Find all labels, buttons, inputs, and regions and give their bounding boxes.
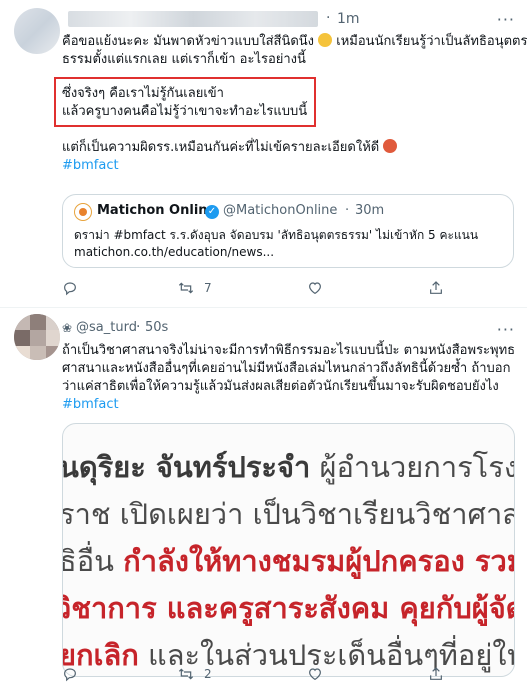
tweet-actions: 7	[62, 280, 502, 300]
more-options-icon[interactable]: ···	[497, 320, 515, 339]
reply-icon	[64, 668, 76, 682]
share-button[interactable]	[428, 666, 454, 682]
tweet[interactable]: ❀ @sa_turd · 50s ··· ถ้าเป็นวิชาศาสนาจริ…	[0, 308, 527, 691]
quoted-tweet-url[interactable]: matichon.co.th/education/news...	[74, 245, 274, 259]
tweet-text-line: คือขอแย้งนะคะ มันพาดหัวข่าวแบบใส่สีนิดนึ…	[62, 33, 527, 49]
tweet-text-line: แต่ก็เป็นความผิดรร.เหมือนกันค่ะที่ไม่เข้…	[62, 139, 398, 157]
heart-icon	[309, 668, 321, 681]
image-text-line: นดุริยะ จันทร์ประจำ ผู้อำนวยการโรงเรี	[62, 450, 514, 484]
tweet[interactable]: · 1m ··· คือขอแย้งนะคะ มันพาดหัวข่าวแบบใ…	[0, 0, 527, 308]
hashtag-link[interactable]: #bmfact	[62, 157, 119, 175]
tweet-time[interactable]: 1m	[337, 11, 360, 27]
redacted-author-name	[68, 11, 318, 27]
more-options-icon[interactable]: ···	[497, 10, 515, 29]
highlighted-text-line: แล้วครูบางคนคือไม่รู้ว่าเขาจะทำอะไรแบบนี…	[62, 104, 308, 119]
attached-image[interactable]: นดุริยะ จันทร์ประจำ ผู้อำนวยการโรงเรี รา…	[62, 423, 515, 677]
tweet-text-line: ว่าแค่สาธิตเพื่อให้ความรู้แล้วมันส่งผลเส…	[62, 379, 499, 394]
quoted-tweet-text: ดราม่า #bmfact ร.ร.ดังอุบล จัดอบรม 'ลัทธ…	[74, 228, 479, 242]
like-button[interactable]	[307, 280, 333, 296]
reply-icon	[64, 282, 76, 296]
quoted-tweet-time: 30m	[355, 203, 385, 218]
separator-dot: ·	[345, 203, 350, 218]
avatar[interactable]	[14, 314, 60, 360]
share-icon	[430, 667, 442, 680]
tweet-text-line: ธรรมตั้งแต่แรกเลย แต่เราก็เข้า อะไรอย่าง…	[62, 52, 306, 67]
flower-icon: ❀	[62, 321, 73, 335]
retweet-button[interactable]: 2	[178, 666, 212, 682]
like-button[interactable]	[307, 666, 333, 682]
avatar[interactable]	[14, 8, 60, 54]
heart-icon	[309, 282, 321, 295]
reply-button[interactable]	[62, 280, 88, 296]
share-icon	[430, 281, 442, 294]
separator-dot: ·	[326, 10, 331, 26]
verified-badge-icon: ✓	[205, 205, 219, 219]
image-text-line: ธิอื่น กำลังให้ทางชมรมผู้ปกครอง รวม	[62, 544, 515, 578]
tweet-text-line: ศาสนาและหนังสืออื่นๆที่เคยอ่านไม่มีหนังส…	[62, 361, 511, 376]
quoted-author-handle: @MatichonOnline	[223, 203, 338, 218]
image-text-line: วิชาการ และครูสาระสังคม คุยกับผู้จัด	[62, 591, 515, 625]
angry-face-emoji-icon	[383, 139, 398, 153]
separator-dot: ·	[136, 319, 141, 335]
hashtag-link[interactable]: #bmfact	[62, 396, 119, 414]
retweet-icon	[178, 282, 194, 294]
tweet-time[interactable]: 50s	[145, 320, 168, 335]
matichon-logo-icon	[74, 203, 92, 221]
retweet-icon	[178, 668, 194, 680]
retweet-button[interactable]: 7	[178, 280, 212, 296]
reply-button[interactable]	[62, 666, 88, 682]
image-text-line: ราช เปิดเผยว่า เป็นวิชาเรียนวิชาศาสน	[62, 497, 515, 531]
share-button[interactable]	[428, 280, 454, 296]
highlighted-text-line: ซึ่งจริงๆ คือเราไม่รู้กันเลยเข้า	[62, 86, 224, 101]
smiling-face-emoji-icon	[318, 33, 333, 47]
quoted-author-name: Matichon Online	[97, 203, 217, 218]
author-handle[interactable]: @sa_turd	[76, 320, 137, 335]
quoted-tweet-card[interactable]: Matichon Online ✓ @MatichonOnline · 30m …	[62, 194, 514, 268]
tweet-actions: 2	[62, 666, 502, 686]
tweet-text-line: ถ้าเป็นวิชาศาสนาจริงไม่น่าจะมีการทำพิธีก…	[62, 343, 516, 358]
